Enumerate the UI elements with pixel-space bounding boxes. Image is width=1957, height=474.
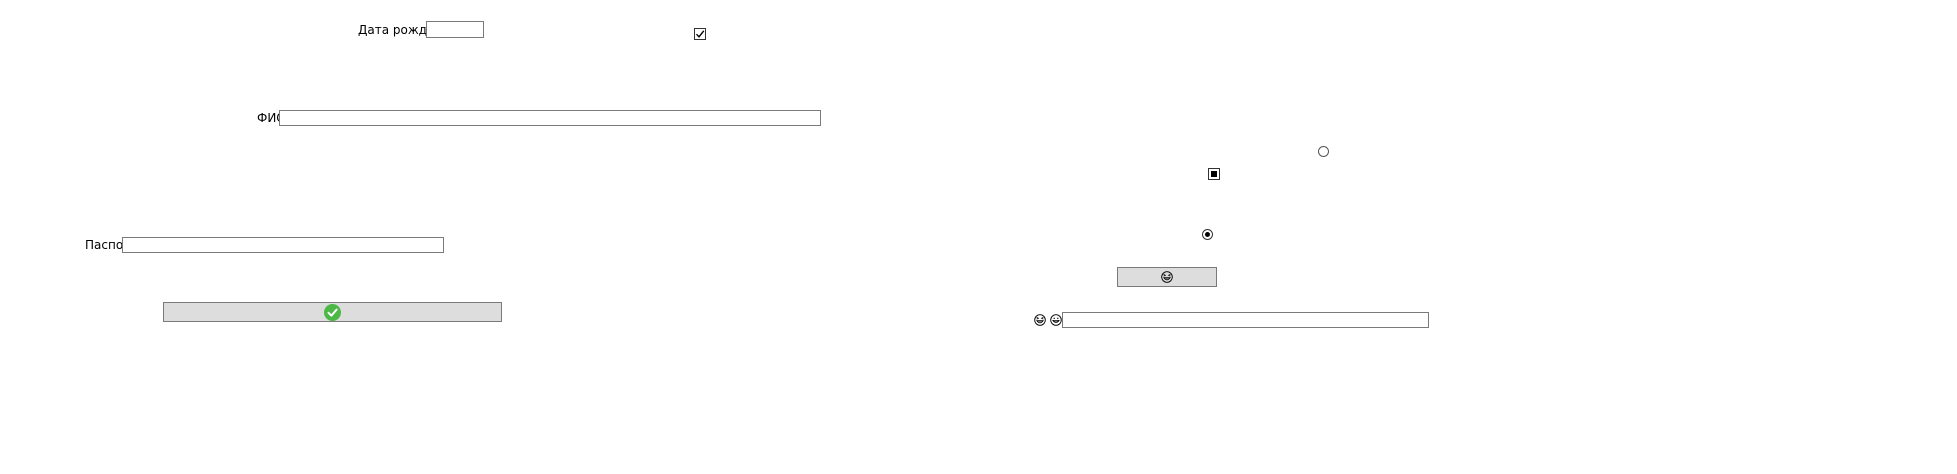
radio-dot: [1205, 232, 1210, 237]
radio-empty[interactable]: [1318, 146, 1329, 157]
grinning-face-icon: [1050, 314, 1062, 326]
fio-input[interactable]: [279, 110, 821, 126]
check-circle-icon: [324, 303, 341, 321]
checkmark-icon: [695, 30, 705, 38]
top-checkbox[interactable]: [694, 28, 706, 40]
indeterminate-mark: [1211, 171, 1217, 177]
radio-selected[interactable]: [1202, 229, 1213, 240]
grinning-squint-face-icon: [1161, 271, 1173, 283]
emoji-text-input[interactable]: [1062, 312, 1429, 328]
grinning-squint-face-icon: [1034, 314, 1046, 326]
birth-date-input[interactable]: [426, 21, 484, 38]
indeterminate-checkbox[interactable]: [1208, 168, 1220, 180]
submit-button[interactable]: [163, 302, 502, 322]
passport-input[interactable]: [122, 237, 444, 253]
emoji-button[interactable]: [1117, 267, 1217, 287]
